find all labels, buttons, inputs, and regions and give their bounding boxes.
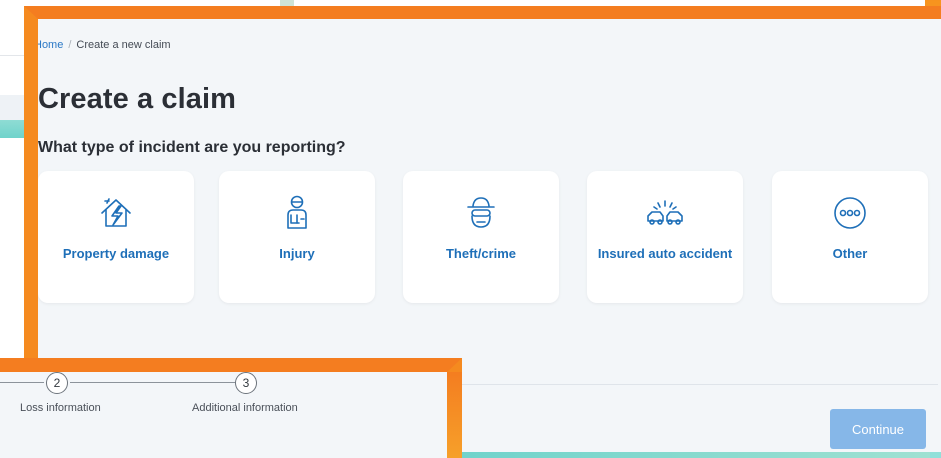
continue-button[interactable]: Continue: [830, 409, 926, 449]
step-3-label: Additional information: [192, 402, 298, 414]
incident-card-theft-crime[interactable]: Theft/crime: [403, 171, 559, 303]
incident-card-injury[interactable]: Injury: [219, 171, 375, 303]
breadcrumb-separator: /: [68, 39, 72, 51]
car-collision-icon: [647, 200, 683, 225]
incident-card-label: Property damage: [62, 246, 170, 261]
injured-person-icon: [287, 195, 307, 229]
ellipsis-circle-icon: [834, 197, 866, 229]
step-connector: [0, 382, 44, 383]
incident-card-label: Injury: [279, 246, 315, 261]
progress-steps-window: 2 3 Loss information Additional informat…: [0, 358, 462, 458]
incident-type-question: What type of incident are you reporting?: [38, 139, 346, 156]
incident-card-label: Other: [832, 246, 868, 261]
incident-card-label: Insured auto accident: [597, 246, 733, 261]
incident-card-auto-accident[interactable]: Insured auto accident: [587, 171, 743, 303]
masked-thief-icon: [467, 197, 495, 228]
step-3-indicator[interactable]: 3: [235, 372, 257, 394]
breadcrumb: Home / Create a new claim: [38, 39, 171, 51]
house-lightning-icon: [101, 198, 131, 227]
step-2-label: Loss information: [20, 402, 101, 414]
breadcrumb-current: Create a new claim: [76, 39, 171, 51]
step-connector: [70, 382, 235, 383]
background-divider: [0, 55, 24, 56]
breadcrumb-home-link[interactable]: Home: [38, 39, 63, 51]
incident-type-options: Property damage Injury Theft/crime Insur…: [38, 171, 938, 303]
step-2-indicator[interactable]: 2: [46, 372, 68, 394]
incident-card-property-damage[interactable]: Property damage: [38, 171, 194, 303]
background-gradient-left: [0, 120, 24, 138]
background-band: [0, 95, 24, 120]
incident-card-other[interactable]: Other: [772, 171, 928, 303]
page-title: Create a claim: [38, 83, 237, 115]
incident-card-label: Theft/crime: [445, 246, 517, 261]
background-page-panel: [0, 0, 24, 360]
